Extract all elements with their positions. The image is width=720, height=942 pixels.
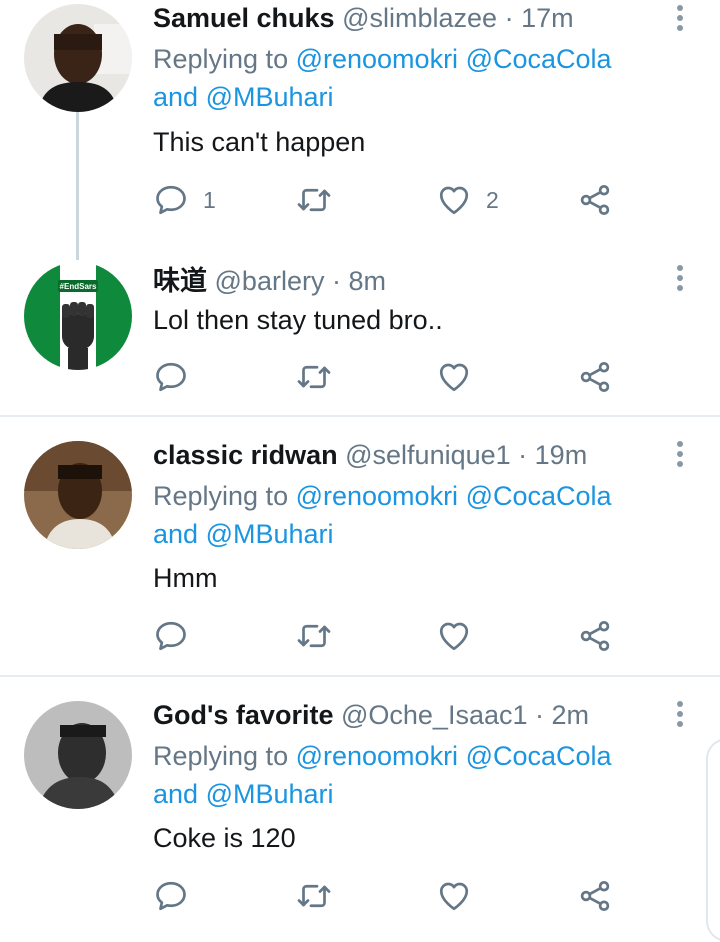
tweet-3[interactable]: classic ridwan @selfunique1 · 19m Replyi… [0,417,720,675]
more-options-icon[interactable] [668,699,692,729]
mention-link[interactable]: @renoomokri [296,741,458,771]
reply-icon [153,878,189,914]
handle[interactable]: @barlery [215,266,325,296]
more-options-icon[interactable] [668,263,692,293]
share-icon [577,618,613,654]
heart-icon [436,878,472,914]
replying-to: Replying to @renoomokri @CocaCola and @M… [153,481,612,549]
floating-card-edge [706,738,720,942]
like-button[interactable] [436,357,472,397]
avatar[interactable]: #EndSars [24,262,132,370]
replying-to: Replying to @renoomokri @CocaCola and @M… [153,741,612,809]
replying-to: Replying to @renoomokri @CocaCola and @M… [153,44,612,112]
timestamp[interactable]: · 2m [535,700,589,730]
share-button[interactable] [577,180,613,220]
retweet-icon [296,182,332,218]
timestamp[interactable]: · 17m [505,3,574,33]
retweet-button[interactable] [296,180,332,220]
retweet-icon [296,359,332,395]
tweet-header: classic ridwan @selfunique1 · 19m [153,439,587,471]
display-name[interactable]: 味道 [153,266,207,296]
mention-link[interactable]: @renoomokri [296,481,458,511]
tweet-1[interactable]: Samuel chuks @slimblazee · 17m Replying … [0,0,720,260]
tweet-text: Coke is 120 [153,823,296,853]
share-icon [577,878,613,914]
retweet-button[interactable] [296,876,332,916]
reply-button[interactable] [153,876,189,916]
more-options-icon[interactable] [668,439,692,469]
mention-link[interactable]: @MBuhari [206,82,334,112]
retweet-icon [296,618,332,654]
reply-icon [153,182,189,218]
heart-icon [436,182,472,218]
display-name[interactable]: classic ridwan [153,440,338,470]
tweet-header: God's favorite @Oche_Isaac1 · 2m [153,699,589,731]
reply-button[interactable]: 1 [153,180,216,220]
tweet-text: Hmm [153,563,218,593]
like-button[interactable]: 2 [436,180,499,220]
reply-icon [153,359,189,395]
tweet-text: Lol then stay tuned bro.. [153,305,443,335]
like-button[interactable] [436,876,472,916]
reply-button[interactable] [153,357,189,397]
avatar[interactable] [24,441,132,549]
reply-button[interactable] [153,616,189,656]
avatar[interactable] [24,4,132,112]
like-count: 2 [486,186,499,213]
heart-icon [436,359,472,395]
retweet-icon [296,878,332,914]
mention-link[interactable]: @MBuhari [206,519,334,549]
tweet-4[interactable]: God's favorite @Oche_Isaac1 · 2m Replyin… [0,677,720,924]
handle[interactable]: @selfunique1 [345,440,511,470]
tweet-2[interactable]: #EndSars 味道 @barlery · 8m Lol then stay … [0,260,720,416]
mention-link[interactable]: @renoomokri [296,44,458,74]
display-name[interactable]: God's favorite [153,700,333,730]
like-button[interactable] [436,616,472,656]
timestamp[interactable]: · 8m [332,266,386,296]
mention-link[interactable]: @CocaCola [466,481,612,511]
share-button[interactable] [577,357,613,397]
mention-link[interactable]: @CocaCola [466,44,612,74]
action-bar [153,876,633,916]
timestamp[interactable]: · 19m [518,440,587,470]
avatar-hashtag: #EndSars [60,282,97,291]
tweet-header: 味道 @barlery · 8m [153,265,386,297]
share-icon [577,359,613,395]
retweet-button[interactable] [296,616,332,656]
tweet-text: This can't happen [153,127,366,157]
action-bar: 1 2 [153,180,633,220]
handle[interactable]: @Oche_Isaac1 [341,700,528,730]
handle[interactable]: @slimblazee [342,3,497,33]
reply-count: 1 [203,186,216,213]
more-options-icon[interactable] [668,3,692,33]
share-icon [577,182,613,218]
tweet-header: Samuel chuks @slimblazee · 17m [153,2,574,34]
avatar[interactable] [24,701,132,809]
action-bar [153,616,633,656]
mention-link[interactable]: @CocaCola [466,741,612,771]
share-button[interactable] [577,876,613,916]
display-name[interactable]: Samuel chuks [153,3,335,33]
heart-icon [436,618,472,654]
thread-line [76,112,79,260]
reply-icon [153,618,189,654]
share-button[interactable] [577,616,613,656]
mention-link[interactable]: @MBuhari [206,779,334,809]
retweet-button[interactable] [296,357,332,397]
action-bar [153,357,633,397]
